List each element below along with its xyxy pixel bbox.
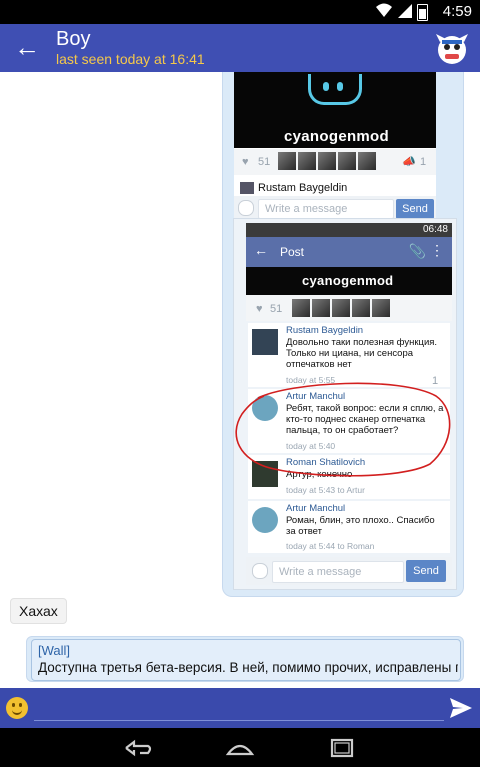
likers-avatars [278,152,376,170]
battery-icon [417,4,428,21]
comment-time: today at 5:43 to Artur [286,485,365,495]
comment-time: today at 5:44 to Roman [286,541,375,551]
incoming-message[interactable]: Хахах [10,598,67,624]
inner-video-preview: cyanogenmod [246,267,452,295]
wall-attachment[interactable]: [Wall] Доступна третья бета-версия. В не… [31,639,461,681]
nav-recents-icon[interactable] [326,736,358,760]
wall-tag: [Wall] [38,643,71,658]
send-button: Send [396,199,434,219]
inner-heart-icon: ♥ [256,303,263,315]
message-field[interactable] [34,694,444,721]
outgoing-wall-message[interactable]: [Wall] Доступна третья бета-версия. В не… [26,636,464,682]
bot-avatar-icon[interactable] [434,30,470,66]
message-input: Write a message [258,199,394,219]
message-input-bar [0,688,480,728]
commenter-name: Rustam Baygeldin [258,182,348,194]
photo-post-preview[interactable]: cyanogenmod ♥ 51 📣 1 Rustam Baygeldin Wr… [234,72,436,222]
video-label: cyanogenmod [284,128,389,145]
app-bar: ← Boy last seen today at 16:41 [0,24,480,72]
comment-item: Artur Manchul Роман, блин, это плохо.. С… [248,501,450,553]
contact-name: Boy [56,28,91,50]
cyanogenmod-logo-icon [308,74,362,105]
inner-emoji-icon [252,563,268,579]
comment-text: Роман, блин, это плохо.. Спасибо за отве… [286,515,435,537]
inner-app-bar: ← Post 📎 ⋮ [246,237,452,267]
shares-count: 1 [420,156,427,168]
system-nav-bar [0,728,480,767]
status-time: 4:59 [442,3,472,20]
inner-status-bar: 06:48 [246,223,452,237]
comment-author: Rustam Baygeldin [286,325,364,336]
inner-status-time: 06:48 [422,224,448,235]
emoji-icon [238,200,254,216]
video-preview: cyanogenmod [234,72,436,148]
comment-avatar [252,507,278,533]
more-options-icon: ⋮ [430,242,444,258]
inner-send-button: Send [406,560,446,582]
comment-item: Rustam Baygeldin Довольно таки полезная … [248,323,450,387]
back-arrow-icon[interactable]: ← [14,32,40,62]
wall-text: Доступна третья бета-версия. В ней, поми… [38,660,458,675]
signal-icon [398,4,412,18]
nav-back-icon[interactable] [122,736,154,760]
send-icon[interactable] [448,695,474,721]
emoji-icon[interactable] [6,697,28,719]
nav-home-icon[interactable] [224,736,256,760]
attachment-icon: 📎 [408,243,426,259]
inner-message-input: Write a message [272,561,404,583]
comment-author: Artur Manchul [286,503,346,514]
status-bar: 4:59 [0,0,480,24]
comment-text: Довольно таки полезная функция. Только н… [286,337,438,370]
comment-avatar [252,329,278,355]
last-seen-status: last seen today at 16:41 [56,51,205,67]
likes-count: 51 [258,156,271,168]
heart-icon: ♥ [242,156,249,168]
inner-likers-avatars [292,299,390,317]
inner-title: Post [280,245,305,259]
inner-back-icon: ← [254,242,268,258]
red-annotation-ellipse [235,382,451,477]
inner-video-label: cyanogenmod [302,273,394,288]
commenter-avatar [240,182,254,194]
wifi-icon [376,3,392,17]
inner-likes-count: 51 [270,303,283,315]
megaphone-icon: 📣 [402,156,416,168]
